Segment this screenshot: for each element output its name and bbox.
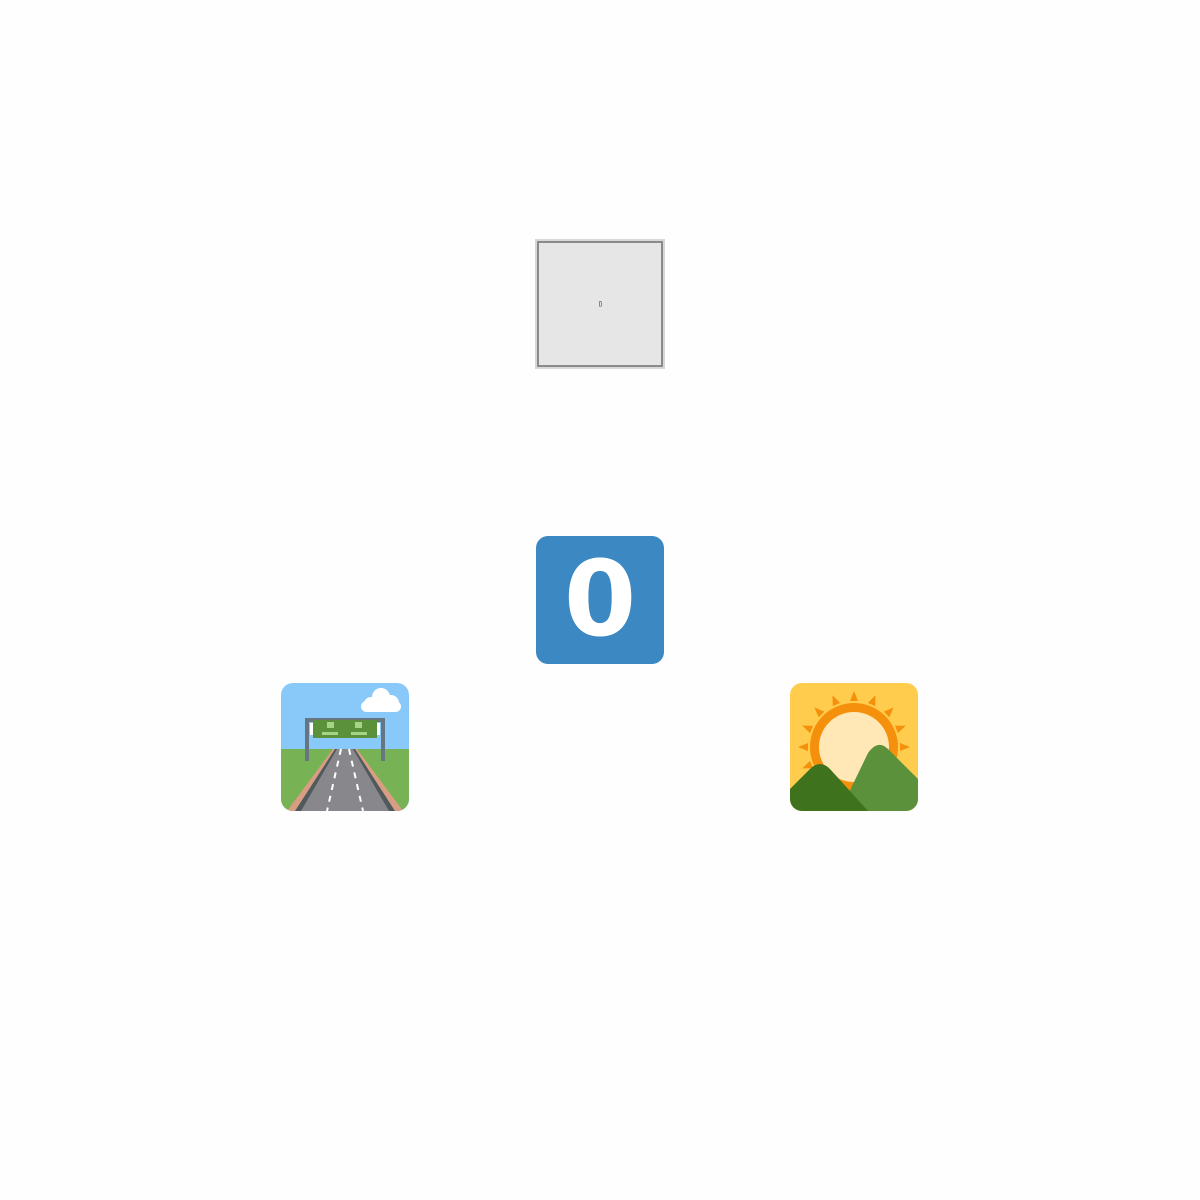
canvas: ▯ 0	[0, 0, 1200, 1200]
keycap-digit-zero: 0	[536, 536, 664, 664]
sunrise-over-mountains-icon	[790, 683, 918, 811]
missing-glyph-box: ▯	[537, 241, 663, 367]
keycap-label: 0	[563, 538, 637, 660]
missing-glyph-icon: ▯	[598, 299, 603, 308]
motorway-icon	[281, 683, 409, 811]
